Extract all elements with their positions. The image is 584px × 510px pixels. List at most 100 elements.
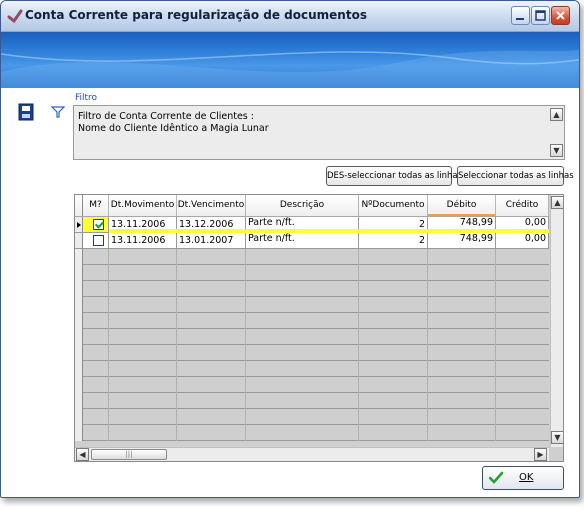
row-indicator-icon	[75, 217, 83, 233]
grid-column-line	[245, 361, 246, 377]
grid-column-line	[427, 361, 428, 377]
minimize-button[interactable]	[511, 6, 530, 25]
maximize-button[interactable]	[531, 6, 550, 25]
grid-column-line	[358, 281, 359, 297]
scrollbar-thumb[interactable]: |||	[91, 449, 167, 460]
grid-column-line	[245, 425, 246, 441]
grid-column-line	[245, 345, 246, 361]
grid-column-line	[358, 249, 359, 265]
row-checkbox[interactable]	[93, 235, 104, 246]
grid-vertical-scrollbar[interactable]: ▲ ▼	[550, 195, 563, 447]
deselect-all-button[interactable]: DES-seleccionar todas as linhas	[326, 166, 462, 186]
empty-grid-row	[75, 409, 549, 425]
grid-horizontal-scrollbar[interactable]: ◀ ||| ▶	[75, 447, 549, 461]
empty-grid-row	[75, 377, 549, 393]
grid-column-line	[176, 377, 177, 393]
checkmark-icon	[489, 471, 503, 484]
row-header	[75, 361, 83, 377]
funnel-icon[interactable]	[51, 105, 65, 119]
ok-button[interactable]: OK	[482, 466, 564, 490]
ok-button-label: OK	[519, 472, 534, 483]
grid-column-line	[427, 313, 428, 329]
banner-wave-graphic	[1, 50, 579, 88]
grid-column-line	[245, 409, 246, 425]
grid-column-line	[358, 297, 359, 313]
grid-column-line	[245, 297, 246, 313]
grid-column-line	[176, 345, 177, 361]
scroll-down-icon[interactable]: ▼	[550, 144, 563, 157]
grid-column-line	[358, 425, 359, 441]
row-header	[75, 377, 83, 393]
column-header-documento[interactable]: NºDocumento	[359, 195, 428, 216]
filter-panel-icon	[18, 103, 34, 121]
minimize-icon	[516, 18, 524, 20]
row-header	[75, 329, 83, 345]
grid-column-line	[108, 281, 109, 297]
grid-column-line	[495, 409, 496, 425]
grid-column-line	[495, 377, 496, 393]
grid-column-line	[495, 313, 496, 329]
row-select-cell[interactable]	[83, 217, 109, 233]
grid-column-line	[495, 329, 496, 345]
scroll-down-icon[interactable]: ▼	[551, 431, 563, 444]
grid-column-line	[358, 377, 359, 393]
grid-column-line	[108, 377, 109, 393]
filter-line: Nome do Cliente Idêntico a Magia Lunar	[78, 123, 269, 134]
column-header-dt-movimento[interactable]: Dt.Movimento	[109, 195, 177, 216]
maximize-icon	[535, 10, 546, 21]
grid-column-line	[358, 409, 359, 425]
filter-label: Filtro	[75, 93, 98, 103]
filter-scrollbar[interactable]: ▲ ▼	[550, 106, 564, 159]
scroll-up-icon[interactable]: ▲	[551, 196, 563, 209]
grid-column-line	[176, 281, 177, 297]
grid-column-line	[245, 313, 246, 329]
grid-column-line	[427, 297, 428, 313]
title-bar[interactable]: Conta Corrente para regularização de doc…	[1, 1, 579, 32]
cell-credito: 0,00	[496, 233, 549, 249]
row-header	[75, 249, 83, 265]
grid-column-line	[358, 345, 359, 361]
close-button[interactable]	[551, 6, 570, 25]
column-header-select[interactable]: M?	[83, 195, 109, 216]
select-all-button[interactable]: Seleccionar todas as linhas	[457, 166, 574, 186]
empty-grid-row	[75, 345, 549, 361]
table-row[interactable]: 13.11.2006 13.12.2006 Parte n/ft. 2 748,…	[75, 217, 549, 233]
empty-grid-row	[75, 249, 549, 265]
empty-grid-row	[75, 393, 549, 409]
scroll-up-icon[interactable]: ▲	[550, 108, 563, 121]
grid-column-line	[495, 393, 496, 409]
column-header-dt-vencimento[interactable]: Dt.Vencimento	[177, 195, 246, 216]
column-header-descricao[interactable]: Descrição	[246, 195, 359, 216]
grid-column-line	[108, 313, 109, 329]
grid-column-line	[495, 297, 496, 313]
row-header	[75, 393, 83, 409]
scroll-right-icon[interactable]: ▶	[534, 448, 547, 461]
row-checkbox[interactable]	[93, 219, 104, 230]
grid-column-line	[245, 393, 246, 409]
row-header	[75, 409, 83, 425]
grid-column-line	[176, 313, 177, 329]
filter-text-area[interactable]: Filtro de Conta Corrente de Clientes : N…	[73, 105, 565, 160]
scroll-left-icon[interactable]: ◀	[76, 448, 89, 461]
grid-column-line	[245, 281, 246, 297]
column-header-debito[interactable]: Débito	[428, 195, 496, 216]
grid-column-line	[108, 409, 109, 425]
window-title: Conta Corrente para regularização de doc…	[25, 8, 367, 22]
grid-column-line	[495, 281, 496, 297]
column-header-credito[interactable]: Crédito	[496, 195, 549, 216]
grid-column-line	[108, 297, 109, 313]
cell-debito: 748,99	[428, 233, 496, 249]
grid-column-line	[245, 329, 246, 345]
empty-grid-row	[75, 361, 549, 377]
table-row[interactable]: 13.11.2006 13.01.2007 Parte n/ft. 2 748,…	[75, 233, 549, 249]
grid-column-line	[108, 329, 109, 345]
grid-column-line	[176, 409, 177, 425]
row-header	[75, 233, 83, 249]
documents-grid[interactable]: M? Dt.Movimento Dt.Vencimento Descrição …	[74, 194, 564, 462]
header-corner	[75, 195, 83, 216]
grid-column-line	[358, 393, 359, 409]
grid-column-line	[358, 265, 359, 281]
header-banner	[1, 32, 579, 88]
row-header	[75, 265, 83, 281]
row-select-cell[interactable]	[83, 233, 109, 249]
